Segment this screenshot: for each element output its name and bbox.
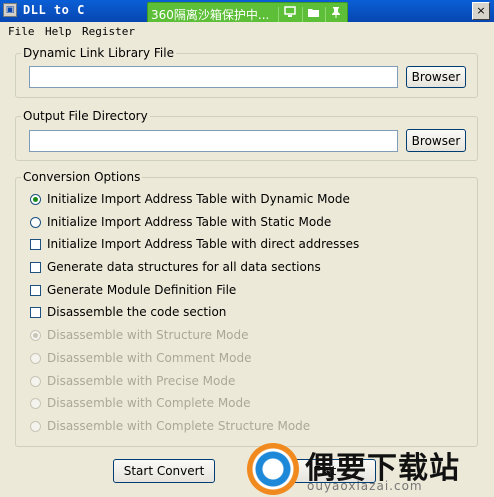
option-iat-dynamic-label: Initialize Import Address Table with Dyn… <box>47 192 350 206</box>
sandbox-divider <box>278 7 279 22</box>
option-disasm-complete-label: Disassemble with Complete Mode <box>47 396 251 410</box>
option-disasm-complete-structure-label: Disassemble with Complete Structure Mode <box>47 419 311 433</box>
menu-bar: File Help Register <box>0 22 494 41</box>
sandbox-status-text: 360隔离沙箱保护中... <box>151 8 270 22</box>
dll-file-group-label: Dynamic Link Library File <box>23 46 174 60</box>
menu-help[interactable]: Help <box>45 25 72 38</box>
app-icon[interactable]: ▣ <box>3 3 17 17</box>
option-iat-dynamic-radio[interactable] <box>30 194 41 205</box>
output-dir-input[interactable] <box>29 130 398 152</box>
option-data-structures-label: Generate data structures for all data se… <box>47 260 321 274</box>
dll-browse-button[interactable]: Browser <box>406 66 466 88</box>
option-data-structures-checkbox[interactable] <box>30 262 41 273</box>
option-disasm-comment-radio <box>30 353 41 364</box>
option-disasm-structure-radio <box>30 330 41 341</box>
option-iat-static-radio[interactable] <box>30 217 41 228</box>
option-iat-direct-checkbox[interactable] <box>30 239 41 250</box>
option-disasm-comment-label: Disassemble with Comment Mode <box>47 351 252 365</box>
conversion-options-group-label: Conversion Options <box>23 170 141 184</box>
output-browse-button[interactable]: Browser <box>406 129 466 152</box>
option-module-def-label: Generate Module Definition File <box>47 283 237 297</box>
output-dir-group-label: Output File Directory <box>23 109 148 123</box>
option-module-def-checkbox[interactable] <box>30 285 41 296</box>
close-button[interactable]: × <box>472 2 490 20</box>
site-watermark: 偶要下载站 ouyaoxiazai.com <box>247 443 494 497</box>
option-iat-direct-label: Initialize Import Address Table with dir… <box>47 237 360 251</box>
pin-icon[interactable] <box>328 6 344 22</box>
menu-file[interactable]: File <box>8 25 35 38</box>
option-disassemble-code-checkbox[interactable] <box>30 307 41 318</box>
start-convert-button[interactable]: Start Convert <box>113 459 215 483</box>
folder-icon[interactable] <box>305 6 321 22</box>
option-disassemble-code-label: Disassemble the code section <box>47 305 227 319</box>
monitor-icon[interactable] <box>282 6 298 22</box>
watermark-url: ouyaoxiazai.com <box>307 479 423 493</box>
option-disasm-precise-radio <box>30 376 41 387</box>
menu-register[interactable]: Register <box>82 25 135 38</box>
sandbox-divider <box>302 7 303 22</box>
sandbox-divider <box>325 7 326 22</box>
option-iat-static-label: Initialize Import Address Table with Sta… <box>47 215 332 229</box>
option-disasm-complete-structure-radio <box>30 421 41 432</box>
option-disasm-precise-label: Disassemble with Precise Mode <box>47 374 236 388</box>
option-disasm-structure-label: Disassemble with Structure Mode <box>47 328 249 342</box>
watermark-logo <box>247 443 299 495</box>
option-disasm-complete-radio <box>30 398 41 409</box>
dll-file-input[interactable] <box>29 66 398 88</box>
window-title: DLL to C <box>23 3 85 17</box>
